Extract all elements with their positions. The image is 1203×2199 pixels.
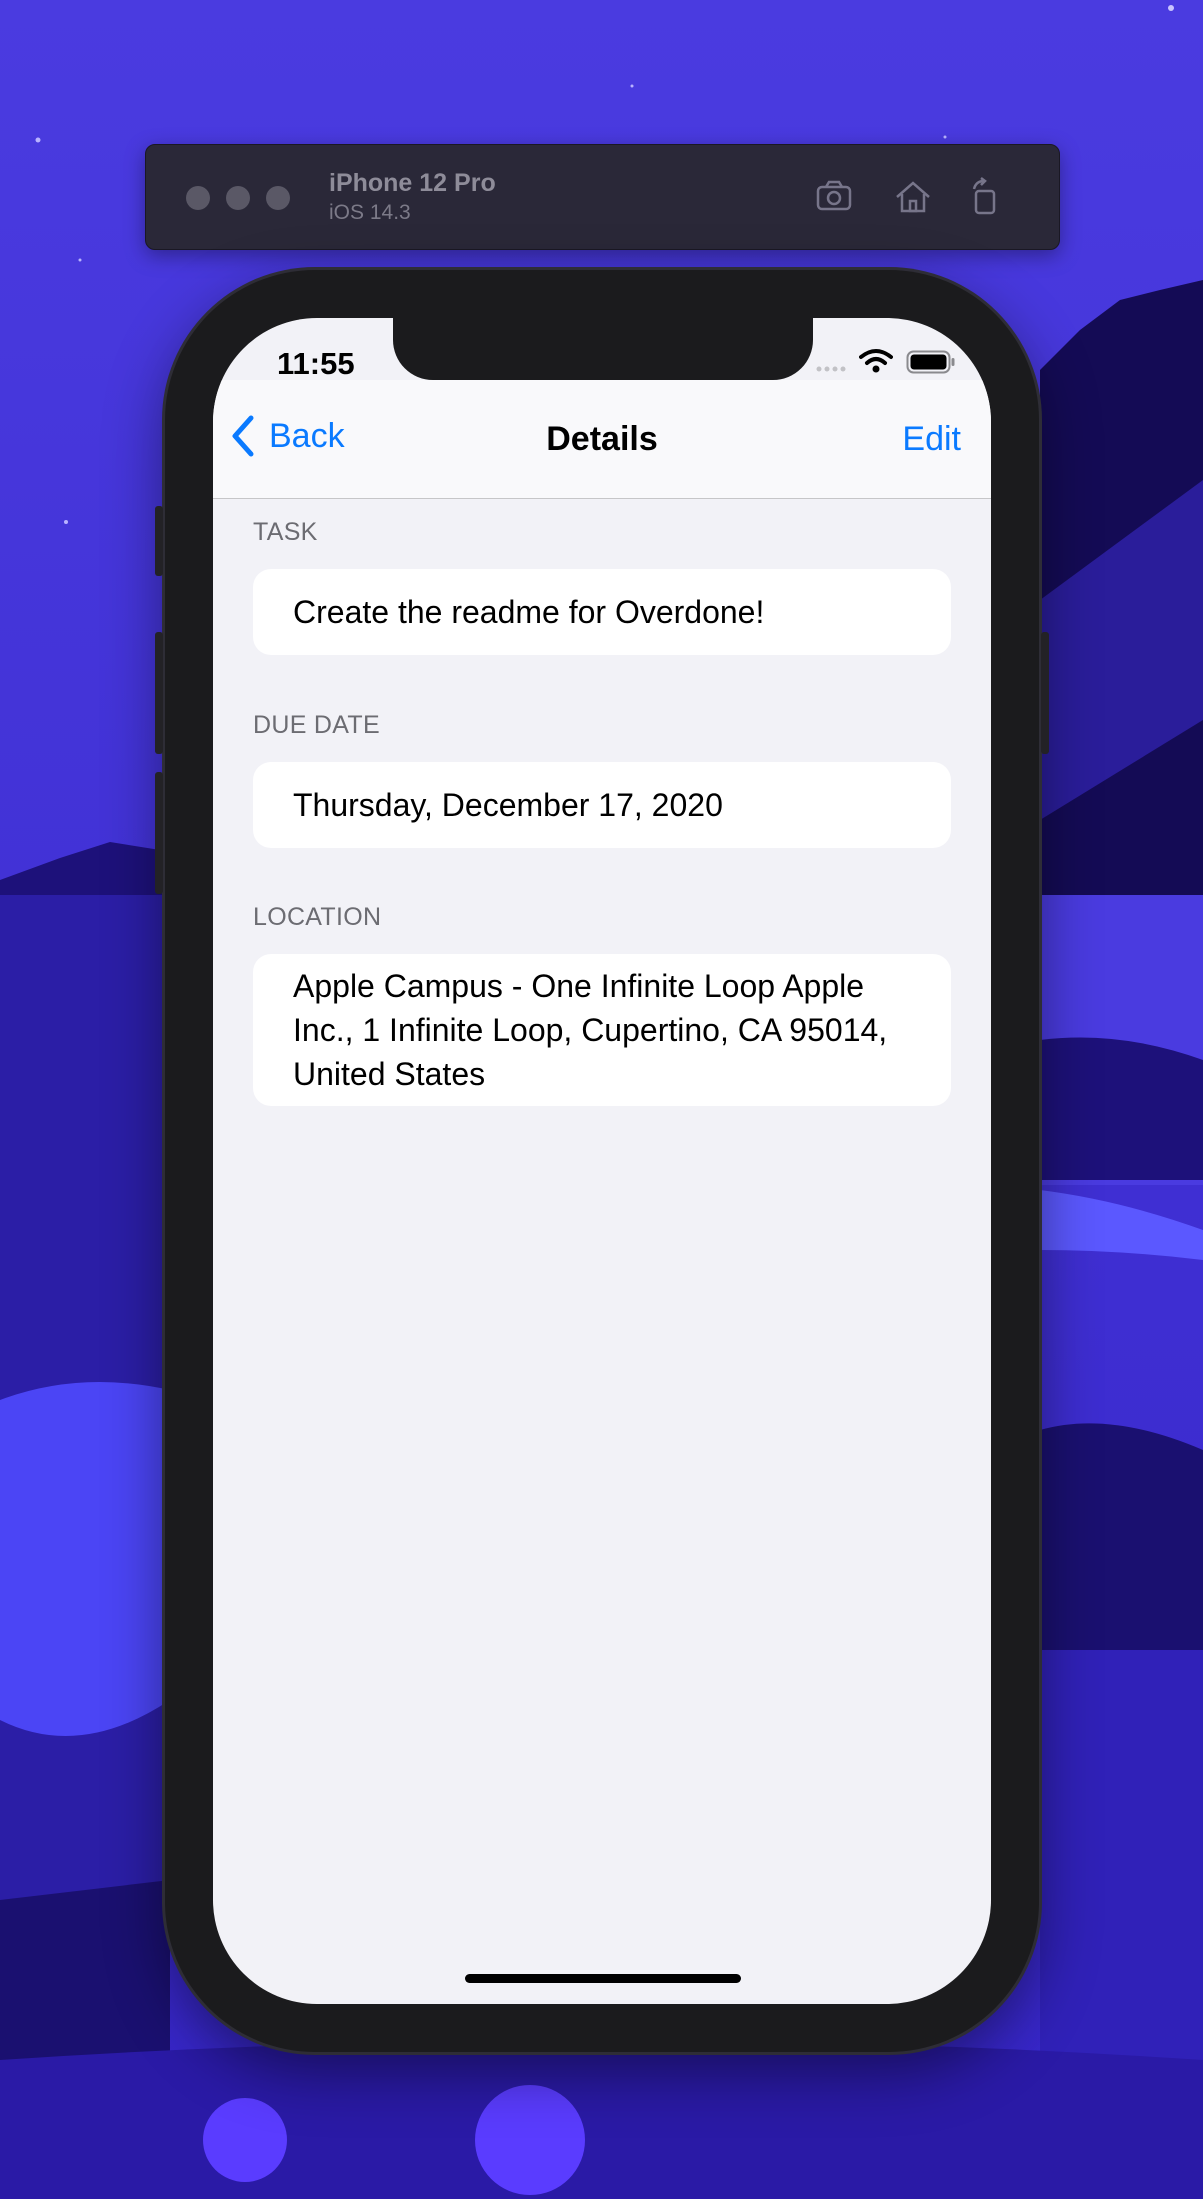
rotate-icon[interactable] — [964, 175, 1008, 219]
mute-switch — [155, 506, 163, 576]
due-date-value: Thursday, December 17, 2020 — [293, 787, 723, 823]
volume-down-button — [155, 772, 163, 894]
location-section-header: LOCATION — [253, 903, 382, 931]
location-cell: Apple Campus - One Infinite Loop Apple I… — [253, 954, 951, 1106]
navigation-bar: Back Details Edit — [213, 380, 991, 499]
iphone-device-frame: 11:55 Back Details Edit TASK Create the … — [155, 270, 1049, 2052]
device-screen: 11:55 Back Details Edit TASK Create the … — [213, 318, 991, 2004]
window-close-button[interactable] — [186, 186, 210, 210]
location-value: Apple Campus - One Infinite Loop Apple I… — [293, 968, 888, 1092]
window-zoom-button[interactable] — [266, 186, 290, 210]
home-indicator[interactable] — [465, 1974, 741, 1983]
device-name: iPhone 12 Pro — [329, 169, 496, 197]
task-value: Create the readme for Overdone! — [293, 594, 765, 630]
volume-up-button — [155, 632, 163, 754]
due-date-cell: Thursday, December 17, 2020 — [253, 762, 951, 848]
window-minimize-button[interactable] — [226, 186, 250, 210]
task-section-header: TASK — [253, 518, 318, 546]
notch — [393, 318, 813, 380]
status-time: 11:55 — [277, 346, 355, 381]
edit-button[interactable]: Edit — [902, 420, 961, 459]
page-title: Details — [546, 420, 658, 458]
battery-icon — [906, 350, 955, 374]
screenshot-icon[interactable] — [814, 175, 858, 219]
home-icon[interactable] — [891, 175, 935, 219]
wifi-icon — [859, 349, 893, 373]
cellular-icon — [816, 366, 846, 372]
os-version: iOS 14.3 — [329, 201, 411, 224]
power-button — [1041, 632, 1049, 754]
due-date-section-header: DUE DATE — [253, 711, 380, 739]
simulator-toolbar: iPhone 12 Pro iOS 14.3 — [145, 144, 1060, 250]
task-cell: Create the readme for Overdone! — [253, 569, 951, 655]
